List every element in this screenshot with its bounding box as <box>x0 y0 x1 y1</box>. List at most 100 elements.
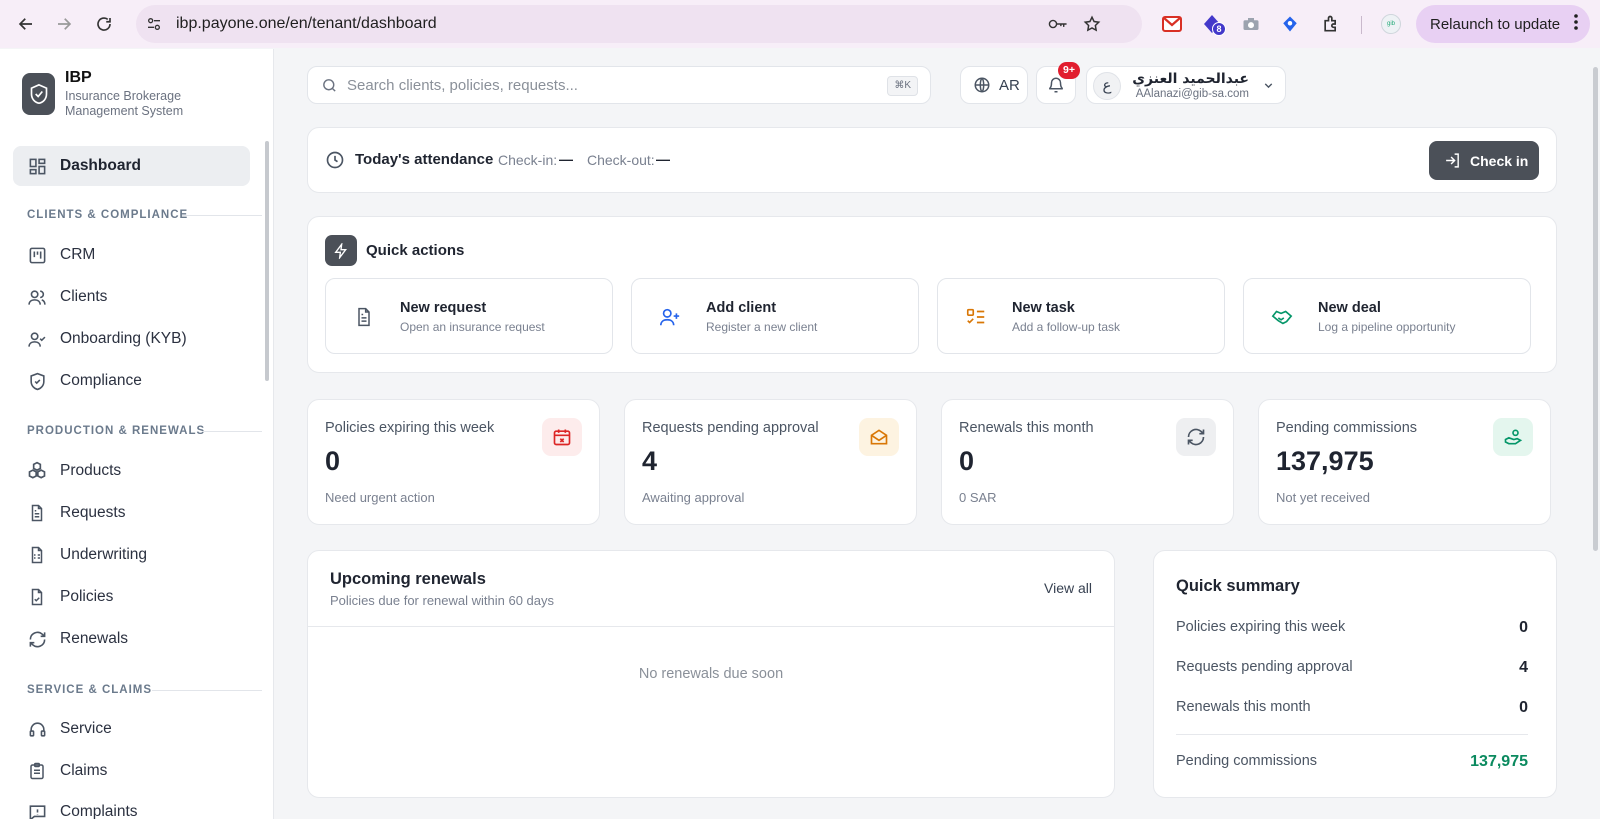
file-check-icon <box>26 586 48 608</box>
sidebar-item-underwriting[interactable]: Underwriting <box>13 535 250 575</box>
user-check-icon <box>26 328 48 350</box>
section-label: PRODUCTION & RENEWALS <box>27 425 206 437</box>
summary-label: Requests pending approval <box>1176 659 1353 675</box>
avatar: ع <box>1093 72 1121 100</box>
user-email: AAlanazi@gib-sa.com <box>1135 88 1249 100</box>
quick-actions-title: Quick actions <box>366 242 465 259</box>
sidebar-item-label: Claims <box>60 762 108 779</box>
search-input[interactable]: Search clients, policies, requests... ⌘K <box>307 66 931 104</box>
sidebar-item-complaints[interactable]: Complaints <box>13 792 250 819</box>
sidebar-item-label: CRM <box>60 246 96 263</box>
stat-card-renewals[interactable]: Renewals this month 0 0 SAR <box>941 399 1234 525</box>
renewals-title: Upcoming renewals <box>330 570 486 588</box>
action-subtitle: Register a new client <box>706 320 818 334</box>
sidebar-scrollbar[interactable] <box>265 141 269 381</box>
browser-toolbar: ibp.payone.one/en/tenant/dashboard 8 gib… <box>0 0 1600 48</box>
url-text: ibp.payone.one/en/tenant/dashboard <box>176 15 437 32</box>
sidebar-item-label: Service <box>60 720 112 737</box>
action-title: Add client <box>706 300 777 316</box>
relaunch-button[interactable]: Relaunch to update <box>1416 5 1590 43</box>
check-in-button[interactable]: Check in <box>1429 141 1539 180</box>
sidebar-item-requests[interactable]: Requests <box>13 493 250 533</box>
mail-open-icon <box>859 418 899 456</box>
action-subtitle: Log a pipeline opportunity <box>1318 320 1456 334</box>
stat-desc: 0 SAR <box>959 490 997 505</box>
quick-summary-card: Quick summary Policies expiring this wee… <box>1153 550 1557 798</box>
page-scrollbar[interactable] <box>1593 67 1598 551</box>
user-name: عبدالحميد العنزي <box>1132 71 1249 87</box>
sidebar-item-service[interactable]: Service <box>13 709 250 749</box>
calendar-x-icon <box>542 418 582 456</box>
summary-value: 0 <box>1519 699 1528 716</box>
boxes-icon <box>26 460 48 482</box>
sidebar-item-products[interactable]: Products <box>13 451 250 491</box>
extension-tag-icon[interactable] <box>1278 12 1302 36</box>
summary-title: Quick summary <box>1176 577 1300 595</box>
shield-logo-icon <box>22 73 55 115</box>
password-key-icon[interactable] <box>1048 14 1068 34</box>
extensions-puzzle-icon[interactable] <box>1319 12 1343 36</box>
camera-icon[interactable] <box>1239 12 1263 36</box>
address-bar[interactable]: ibp.payone.one/en/tenant/dashboard <box>136 5 1142 43</box>
section-production-renewals: PRODUCTION & RENEWALS <box>27 425 262 437</box>
summary-label: Renewals this month <box>1176 699 1311 715</box>
new-task-button[interactable]: New task Add a follow-up task <box>937 278 1225 354</box>
forward-icon[interactable] <box>52 12 76 36</box>
sidebar-item-label: Policies <box>60 588 114 605</box>
sidebar-item-crm[interactable]: CRM <box>13 235 250 275</box>
hand-coins-icon <box>1493 418 1533 456</box>
back-icon[interactable] <box>14 12 38 36</box>
section-service-claims: SERVICE & CLAIMS <box>27 684 262 696</box>
stat-label: Policies expiring this week <box>325 420 495 436</box>
user-menu-button[interactable]: ع عبدالحميد العنزي AAlanazi@gib-sa.com <box>1086 66 1286 104</box>
sidebar-item-dashboard[interactable]: Dashboard <box>13 146 250 186</box>
bookmark-star-icon[interactable] <box>1082 14 1102 34</box>
divider <box>308 626 1114 627</box>
search-icon <box>321 77 338 99</box>
stat-label: Renewals this month <box>959 420 1094 436</box>
action-subtitle: Add a follow-up task <box>1012 320 1121 334</box>
kanban-icon <box>26 244 48 266</box>
stat-label: Pending commissions <box>1276 420 1418 436</box>
sidebar-item-label: Renewals <box>60 630 129 647</box>
sidebar-item-policies[interactable]: Policies <box>13 577 250 617</box>
sidebar-item-claims[interactable]: Claims <box>13 751 250 791</box>
search-shortcut: ⌘K <box>887 76 918 96</box>
new-deal-button[interactable]: New deal Log a pipeline opportunity <box>1243 278 1531 354</box>
sidebar-item-compliance[interactable]: Compliance <box>13 361 250 401</box>
stat-card-commissions[interactable]: Pending commissions 137,975 Not yet rece… <box>1258 399 1551 525</box>
site-settings-icon[interactable] <box>144 14 164 34</box>
section-label: CLIENTS & COMPLIANCE <box>27 209 189 221</box>
language-toggle-button[interactable]: AR <box>960 66 1028 104</box>
stat-card-expiring[interactable]: Policies expiring this week 0 Need urgen… <box>307 399 600 525</box>
kebab-menu-icon[interactable] <box>1574 14 1578 34</box>
empty-state-text: No renewals due soon <box>638 666 784 682</box>
sidebar-item-label: Requests <box>60 504 126 521</box>
user-plus-icon <box>658 305 682 329</box>
sidebar-item-clients[interactable]: Clients <box>13 277 250 317</box>
view-all-link[interactable]: View all <box>1044 580 1092 596</box>
dashboard-icon <box>26 155 48 177</box>
file-text-icon <box>352 305 376 329</box>
shield-check-icon <box>26 370 48 392</box>
profile-avatar-icon[interactable]: gib <box>1379 12 1403 36</box>
message-alert-icon <box>26 801 48 819</box>
extension-badge: 8 <box>1212 22 1226 36</box>
sidebar-item-label: Complaints <box>60 803 138 819</box>
stat-card-pending-approval[interactable]: Requests pending approval 4 Awaiting app… <box>624 399 917 525</box>
action-subtitle: Open an insurance request <box>400 320 545 334</box>
sidebar-item-renewals[interactable]: Renewals <box>13 619 250 659</box>
sidebar-item-onboarding[interactable]: Onboarding (KYB) <box>13 319 250 359</box>
main-content: Search clients, policies, requests... ⌘K… <box>275 49 1600 819</box>
gmail-icon[interactable] <box>1160 12 1184 36</box>
new-request-button[interactable]: New request Open an insurance request <box>325 278 613 354</box>
reload-icon[interactable] <box>92 12 116 36</box>
summary-label: Policies expiring this week <box>1176 619 1346 635</box>
checkout-label: Check-out: <box>587 152 655 168</box>
stat-value: 137,975 <box>1276 446 1374 476</box>
add-client-button[interactable]: Add client Register a new client <box>631 278 919 354</box>
extension-diamond-icon[interactable]: 8 <box>1200 12 1226 36</box>
relaunch-label: Relaunch to update <box>1430 15 1561 33</box>
sidebar-item-label: Clients <box>60 288 108 305</box>
quick-actions-card: Quick actions New request Open an insura… <box>307 216 1557 373</box>
